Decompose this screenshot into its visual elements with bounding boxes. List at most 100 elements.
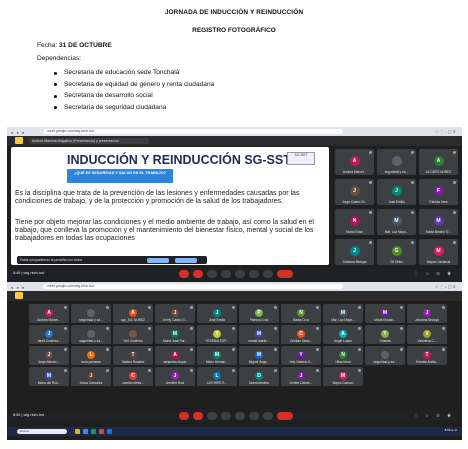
participant-tile[interactable]: Ccamila robles... — [113, 367, 153, 386]
raise-hand-button[interactable] — [249, 270, 259, 278]
muted-mic-icon — [369, 151, 372, 154]
participant-tile[interactable]: J Jorge Alberto ... — [29, 346, 69, 365]
participant-name: Jorge Castro Gi... — [342, 200, 367, 204]
browser-actions-icon[interactable]: ☆ ⋮ – ▢ ✕ — [435, 284, 456, 289]
taskbar-search[interactable]: Buscar — [17, 429, 67, 434]
participant-name: Jesus Gonzalez — [79, 381, 103, 385]
taskbar-app-icon[interactable] — [91, 429, 96, 434]
captions-button[interactable] — [207, 270, 217, 278]
participant-tile[interactable]: M Mario Hernán... — [197, 346, 237, 365]
reactions-button[interactable] — [221, 412, 231, 420]
participant-tile[interactable]: A Angie Lopez — [323, 325, 363, 344]
avatar: M — [339, 371, 347, 380]
participant-tile[interactable]: Y YESENIA ESP... — [197, 325, 237, 344]
participant-tile[interactable]: P Pamina Cruz — [239, 304, 279, 323]
participant-tile[interactable]: A Andrea Marcel... — [335, 149, 374, 175]
participant-tile[interactable]: N Nilsa Mora — [323, 346, 363, 365]
participant-tile[interactable]: M Mar. Luz Mayo... — [377, 209, 416, 235]
muted-mic-icon — [411, 241, 414, 244]
browser-bar: ● ● ● meet.google.com/wig-ntvb-hut ☆ ⋮ –… — [7, 127, 462, 136]
participant-tile[interactable]: M María José Par... — [155, 325, 195, 344]
camera-button[interactable] — [193, 270, 203, 278]
captions-button[interactable] — [207, 412, 217, 420]
side-panel-icons[interactable]: ⓘ ☺ ☰ ◉ — [414, 271, 454, 277]
camera-button[interactable] — [193, 412, 203, 420]
muted-mic-icon — [316, 348, 319, 351]
leave-call-button[interactable] — [277, 270, 293, 278]
taskbar-app-icon[interactable] — [75, 429, 80, 434]
address-bar[interactable]: meet.google.com/wig-ntvb-hut — [43, 129, 343, 134]
participant-name: Miguel Ánge... — [248, 360, 270, 364]
participant-tile[interactable]: V Valentina C... — [407, 325, 447, 344]
participant-tile[interactable]: M Mar. Luz Mayo... — [323, 304, 363, 323]
participant-tile[interactable]: F Fabiola Vera — [419, 179, 458, 205]
muted-mic-icon — [274, 369, 277, 372]
more-options-button[interactable] — [263, 412, 273, 420]
leave-call-button[interactable] — [277, 412, 293, 420]
reactions-button[interactable] — [221, 270, 231, 278]
participant-tile[interactable]: Y Yuly Yohana O... — [281, 346, 321, 365]
participant-tile[interactable]: M María del Ros... — [29, 367, 69, 386]
taskbar-app-icon[interactable] — [107, 429, 112, 434]
participant-tile[interactable]: seguridad y sa... — [365, 346, 405, 365]
participant-tile[interactable]: J José Emilio — [377, 179, 416, 205]
participant-tile[interactable]: T Tatiana Rosales — [113, 346, 153, 365]
participant-tile[interactable]: J Jesus Gonzalez — [71, 367, 111, 386]
participant-tile[interactable]: M Mayra Carrascal — [419, 239, 458, 265]
browser-actions-icon[interactable]: ☆ ⋮ – ▢ ✕ — [435, 129, 456, 134]
taskbar-app-icon[interactable] — [83, 429, 88, 434]
participant-tile[interactable]: J Jorge Castro Gi... — [335, 179, 374, 205]
participant-tile[interactable]: Aalejandra duque — [155, 346, 195, 365]
participant-tile[interactable]: A Andrea Marcel... — [29, 304, 69, 323]
participant-name: María del Ros... — [37, 381, 61, 385]
taskbar-app-icon[interactable] — [99, 429, 104, 434]
participant-tile[interactable]: D Diana Medina — [239, 367, 279, 386]
participant-tile[interactable]: J Jennifer Ruiz — [155, 367, 195, 386]
participant-tile[interactable]: Yuri Coutinho — [113, 325, 153, 344]
avatar: P — [255, 308, 263, 317]
participant-tile[interactable]: G Gil Vélez — [377, 239, 416, 265]
participant-tile[interactable]: seguridad y sa... — [377, 149, 416, 175]
raise-hand-button[interactable] — [249, 412, 259, 420]
side-panel-icons[interactable]: ⓘ ☺ ☰ ◉ — [414, 413, 454, 419]
muted-mic-icon — [442, 348, 445, 351]
participant-tile[interactable]: Y Yolanda — [365, 325, 405, 344]
avatar: J — [45, 329, 53, 338]
participant-tile[interactable]: Mmariaf.martin... — [239, 325, 279, 344]
participant-name: Fabiola Vera — [429, 200, 448, 204]
participant-tile[interactable]: T Teresita Arella... — [407, 346, 447, 365]
participant-tile[interactable]: M Mayra Carlson — [323, 367, 363, 386]
participant-tile[interactable]: J Johanna Bedoya — [335, 239, 374, 265]
participant-tile[interactable]: C Cristian Sand... — [281, 325, 321, 344]
participant-tile[interactable]: J Johanna Bedoya — [407, 304, 447, 323]
present-button[interactable] — [235, 270, 245, 278]
muted-mic-icon — [400, 348, 403, 351]
participant-tile[interactable]: A ALCIDES NUÑEZ — [419, 149, 458, 175]
address-bar[interactable]: meet.google.com/wig-ntvb-hut — [43, 284, 343, 289]
participant-tile[interactable]: J Jenny Castro G... — [155, 304, 195, 323]
participant-tile[interactable]: N Nadia Cruz — [281, 304, 321, 323]
share-banner-button[interactable] — [147, 257, 169, 263]
participant-tile[interactable]: Asgc_SIC NUÑEZ — [113, 304, 153, 323]
participant-tile[interactable]: L LATORRE E... — [197, 367, 237, 386]
muted-mic-icon — [148, 306, 151, 309]
muted-mic-icon — [453, 241, 456, 244]
participant-tile[interactable]: J José Emilio — [197, 304, 237, 323]
participant-tile[interactable]: seguridad y sa... — [71, 325, 111, 344]
participant-tile[interactable]: J Jenifer Catare... — [281, 367, 321, 386]
participant-tile[interactable]: M Miguel Ánge... — [239, 346, 279, 365]
present-button[interactable] — [235, 412, 245, 420]
participant-tile[interactable]: N Nubia Rose — [335, 209, 374, 235]
more-options-button[interactable] — [263, 270, 273, 278]
avatar: A — [433, 155, 444, 166]
participant-tile[interactable]: M María Eustac... — [365, 304, 405, 323]
participant-tile[interactable]: J Janet Contrera... — [29, 325, 69, 344]
participant-tile[interactable]: seguridad y sa... — [71, 304, 111, 323]
participant-tile[interactable]: Llucía pumares — [71, 346, 111, 365]
avatar: M — [213, 350, 221, 359]
participant-tile[interactable]: M Marta Beatriz Tr... — [419, 209, 458, 235]
participant-name: María José Par... — [162, 339, 188, 343]
share-banner-button[interactable] — [175, 257, 197, 263]
mic-button[interactable] — [179, 412, 189, 420]
mic-button[interactable] — [179, 270, 189, 278]
